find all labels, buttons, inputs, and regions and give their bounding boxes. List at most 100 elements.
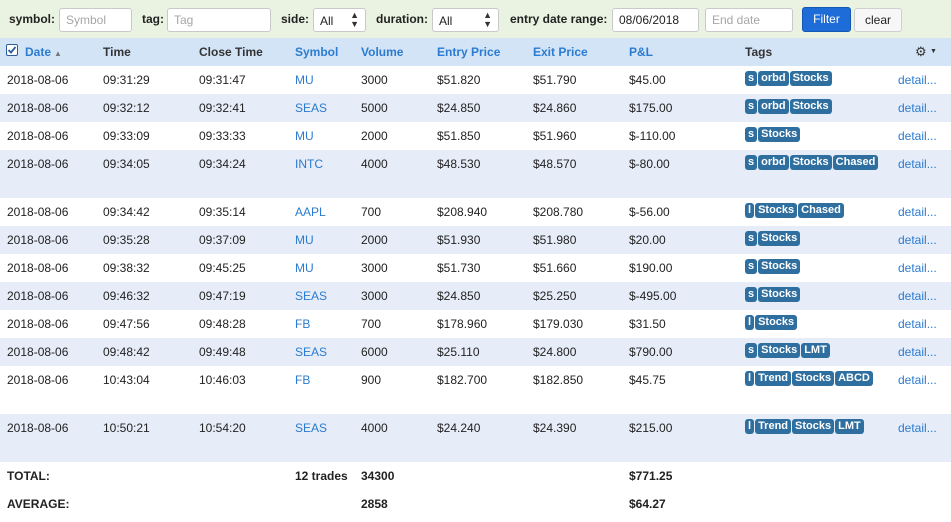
cell-entry: $51.730	[437, 261, 481, 275]
tag-badge[interactable]: Trend	[755, 419, 792, 434]
tag-badge[interactable]: l	[745, 203, 755, 218]
column-header-date-label: Date	[25, 45, 52, 59]
cell-symbol[interactable]: SEAS	[295, 101, 327, 115]
filter-button[interactable]: Filter	[802, 7, 851, 32]
detail-link[interactable]: detail...	[898, 129, 937, 143]
detail-link[interactable]: detail...	[898, 373, 937, 387]
cell-pnl: $175.00	[629, 101, 673, 115]
cell-symbol[interactable]: SEAS	[295, 421, 327, 435]
tag-badge[interactable]: orbd	[758, 71, 789, 86]
cell-close: 09:31:47	[199, 73, 246, 87]
detail-link[interactable]: detail...	[898, 205, 937, 219]
cell-symbol[interactable]: MU	[295, 261, 314, 275]
detail-link[interactable]: detail...	[898, 233, 937, 247]
cell-entry: $25.110	[437, 345, 480, 359]
tag-badge[interactable]: s	[745, 155, 758, 170]
tag-badge[interactable]: Stocks	[758, 127, 801, 142]
tag-badge[interactable]: Chased	[832, 155, 879, 170]
cell-symbol[interactable]: SEAS	[295, 345, 327, 359]
cell-pnl: $45.75	[629, 373, 666, 387]
detail-link[interactable]: detail...	[898, 261, 937, 275]
cell-date: 2018-08-06	[7, 289, 69, 303]
tag-badge[interactable]: Stocks	[792, 419, 835, 434]
tag-badge[interactable]: l	[745, 371, 755, 386]
average-row: AVERAGE: 2858 $64.27	[0, 490, 951, 518]
cell-volume: 4000	[361, 157, 388, 171]
detail-link[interactable]: detail...	[898, 421, 937, 435]
select-all-checkbox-icon[interactable]	[6, 44, 18, 56]
tag-badge[interactable]: Stocks	[758, 287, 801, 302]
duration-select-value: All	[439, 14, 453, 28]
end-date-input[interactable]	[705, 8, 793, 32]
detail-link[interactable]: detail...	[898, 317, 937, 331]
tag-badge[interactable]: Stocks	[758, 343, 801, 358]
tag-badge[interactable]: LMT	[835, 419, 864, 434]
tag-badge[interactable]: s	[745, 287, 758, 302]
gear-icon[interactable]: ⚙	[915, 45, 927, 58]
symbol-filter-input[interactable]	[59, 8, 132, 32]
cell-symbol[interactable]: FB	[295, 317, 310, 331]
tag-badge[interactable]: LMT	[801, 343, 830, 358]
cell-symbol[interactable]: SEAS	[295, 289, 327, 303]
tag-filter-label: tag:	[142, 12, 164, 26]
tag-badge[interactable]: Chased	[798, 203, 844, 218]
tag-badge[interactable]: Stocks	[789, 99, 832, 114]
average-pnl: $64.27	[629, 497, 666, 511]
select-arrows-icon: ▲ ▼	[350, 10, 359, 29]
tag-badge[interactable]: s	[745, 99, 758, 114]
tag-badge[interactable]: l	[745, 419, 755, 434]
cell-symbol[interactable]: MU	[295, 73, 314, 87]
cell-entry: $48.530	[437, 157, 481, 171]
cell-symbol[interactable]: FB	[295, 373, 310, 387]
tag-badge[interactable]: Stocks	[758, 231, 801, 246]
tag-badge[interactable]: Stocks	[758, 259, 801, 274]
caret-down-icon[interactable]: ▼	[930, 48, 937, 55]
cell-date: 2018-08-06	[7, 317, 69, 331]
start-date-input[interactable]	[612, 8, 699, 32]
tag-badge[interactable]: s	[745, 127, 758, 142]
cell-pnl: $790.00	[629, 345, 673, 359]
tag-badge[interactable]: l	[745, 315, 755, 330]
duration-filter-label: duration:	[376, 12, 428, 26]
duration-select[interactable]: All ▲ ▼	[432, 8, 499, 32]
tag-filter-input[interactable]	[167, 8, 271, 32]
cell-close: 09:37:09	[199, 233, 246, 247]
cell-symbol[interactable]: MU	[295, 129, 314, 143]
cell-symbol[interactable]: INTC	[295, 157, 323, 171]
column-header-exit-price[interactable]: Exit Price	[533, 45, 588, 59]
table-row: 2018-08-06 09:34:05 09:34:24 INTC 4000 $48.53…	[0, 150, 951, 198]
tag-badge[interactable]: s	[745, 259, 758, 274]
column-header-entry-price[interactable]: Entry Price	[437, 45, 500, 59]
column-header-volume[interactable]: Volume	[361, 45, 403, 59]
detail-link[interactable]: detail...	[898, 73, 937, 87]
detail-link[interactable]: detail...	[898, 157, 937, 171]
tag-badge[interactable]: s	[745, 71, 758, 86]
tag-badge[interactable]: ABCD	[835, 371, 873, 386]
side-filter-label: side:	[281, 12, 310, 26]
cell-symbol[interactable]: AAPL	[295, 205, 326, 219]
tag-badge[interactable]: Stocks	[755, 203, 798, 218]
tag-badge[interactable]: s	[745, 231, 758, 246]
cell-time: 09:31:29	[103, 73, 150, 87]
cell-exit: $51.660	[533, 261, 577, 275]
tag-badge[interactable]: orbd	[758, 99, 789, 114]
tag-list: s Stocks	[745, 231, 890, 250]
cell-symbol[interactable]: MU	[295, 233, 314, 247]
tag-list: l Trend Stocks ABCD	[745, 371, 890, 390]
tag-badge[interactable]: Stocks	[789, 71, 832, 86]
tag-badge[interactable]: Stocks	[789, 155, 832, 170]
clear-button[interactable]: clear	[854, 8, 902, 32]
cell-volume: 3000	[361, 289, 388, 303]
column-header-pnl[interactable]: P&L	[629, 45, 653, 59]
tag-badge[interactable]: orbd	[758, 155, 789, 170]
side-select[interactable]: All ▲ ▼	[313, 8, 366, 32]
tag-badge[interactable]: s	[745, 343, 758, 358]
tag-badge[interactable]: Stocks	[792, 371, 835, 386]
column-header-date[interactable]: Date ▲	[25, 45, 62, 59]
detail-link[interactable]: detail...	[898, 289, 937, 303]
tag-badge[interactable]: Stocks	[755, 315, 798, 330]
detail-link[interactable]: detail...	[898, 345, 937, 359]
detail-link[interactable]: detail...	[898, 101, 937, 115]
column-header-symbol[interactable]: Symbol	[295, 45, 338, 59]
tag-badge[interactable]: Trend	[755, 371, 792, 386]
